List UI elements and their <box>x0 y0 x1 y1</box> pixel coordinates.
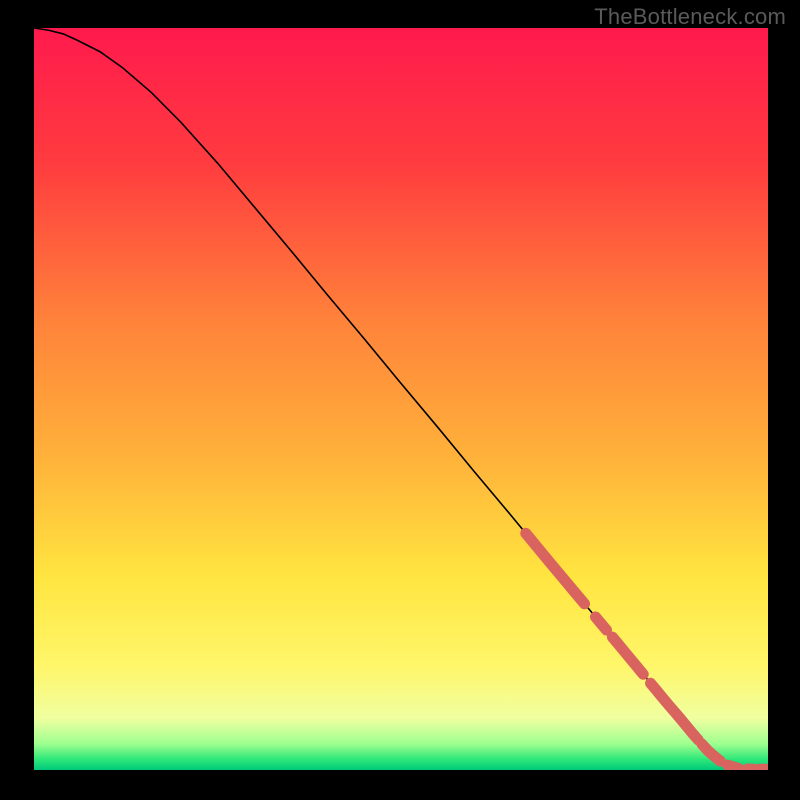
chart-svg <box>34 28 768 770</box>
chart-stage: TheBottleneck.com <box>0 0 800 800</box>
highlight-segment <box>728 765 739 768</box>
gradient-background <box>34 28 768 770</box>
watermark-text: TheBottleneck.com <box>594 4 786 30</box>
